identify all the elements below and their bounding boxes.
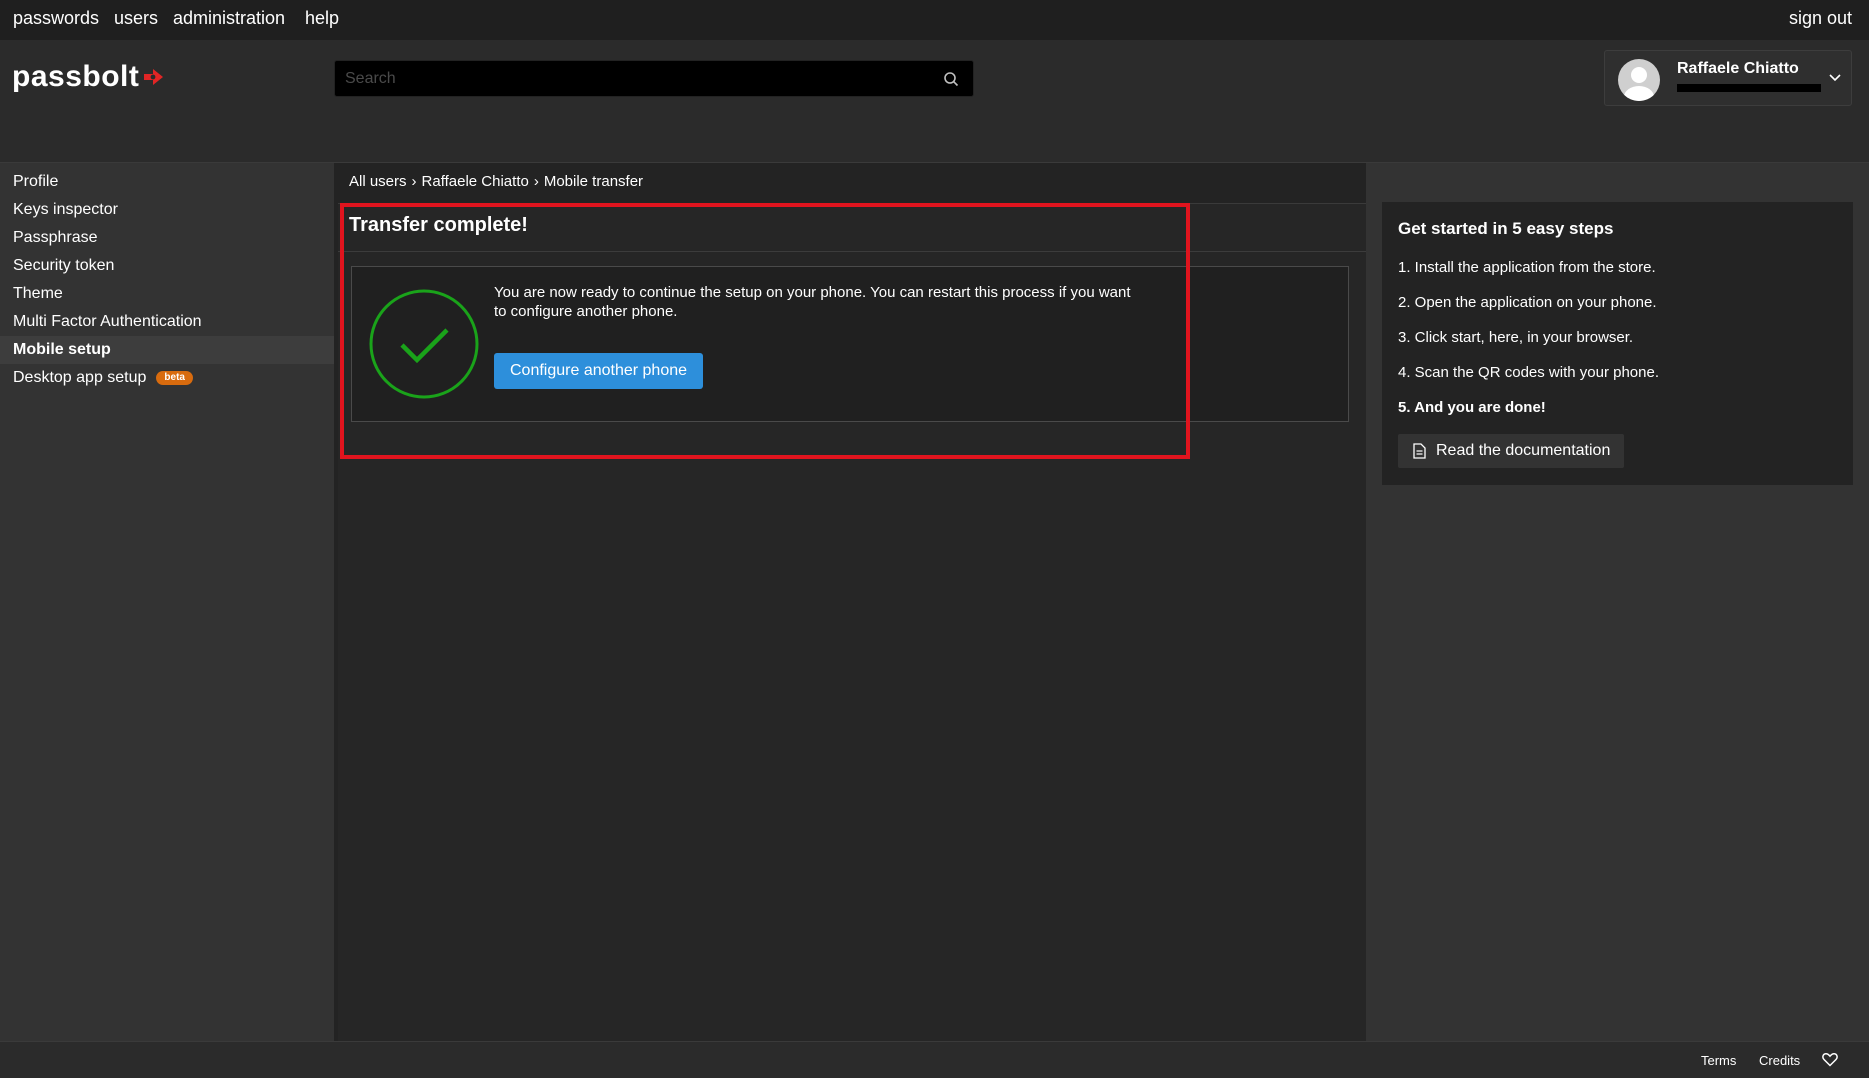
sign-out-link[interactable]: sign out xyxy=(1789,8,1852,29)
search-input[interactable] xyxy=(335,61,973,96)
sidebar: Profile Keys inspector Passphrase Securi… xyxy=(0,163,334,1041)
beta-badge: beta xyxy=(156,371,193,385)
footer-terms-link[interactable]: Terms xyxy=(1701,1053,1736,1068)
help-step: 5. And you are done! xyxy=(1398,399,1546,416)
sidebar-item-security-token[interactable]: Security token xyxy=(0,252,334,280)
page-title: Transfer complete! xyxy=(349,214,528,236)
passbolt-logo[interactable]: passbolt xyxy=(12,58,165,96)
sidebar-item-profile[interactable]: Profile xyxy=(0,168,334,196)
sidebar-item-mfa[interactable]: Multi Factor Authentication xyxy=(0,308,334,336)
breadcrumb-separator: › xyxy=(411,173,417,190)
breadcrumb-separator: › xyxy=(533,173,539,190)
nav-passwords[interactable]: passwords xyxy=(13,8,99,29)
top-navigation: passwords users administration help sign… xyxy=(0,0,1869,40)
success-check-icon xyxy=(369,289,479,399)
success-card: You are now ready to continue the setup … xyxy=(351,266,1349,422)
sidebar-item-mobile-setup[interactable]: Mobile setup xyxy=(0,336,334,364)
success-message: You are now ready to continue the setup … xyxy=(494,284,1131,320)
breadcrumb: All users › Raffaele Chiatto › Mobile transf… xyxy=(349,173,643,190)
sidebar-item-theme[interactable]: Theme xyxy=(0,280,334,308)
help-step: 4. Scan the QR codes with your phone. xyxy=(1398,364,1659,381)
sidebar-item-label: Desktop app setup xyxy=(13,369,147,386)
footer-credits-link[interactable]: Credits xyxy=(1759,1053,1800,1068)
main-content: All users › Raffaele Chiatto › Mobile transf… xyxy=(334,163,1366,1041)
read-documentation-button[interactable]: Read the documentation xyxy=(1398,434,1625,468)
sidebar-item-keys-inspector[interactable]: Keys inspector xyxy=(0,196,334,224)
help-title: Get started in 5 easy steps xyxy=(1398,219,1614,238)
nav-users[interactable]: users xyxy=(114,8,158,29)
breadcrumb-all-users[interactable]: All users xyxy=(349,173,407,190)
chevron-down-icon[interactable] xyxy=(1829,73,1841,83)
footer: Terms Credits xyxy=(0,1041,1869,1078)
heart-icon[interactable] xyxy=(1822,1052,1838,1067)
document-icon xyxy=(1413,443,1426,459)
divider xyxy=(338,251,1366,252)
breadcrumb-mobile-transfer[interactable]: Mobile transfer xyxy=(544,173,643,190)
header: passbolt Raffaele Chiatto xyxy=(0,40,1869,163)
transfer-panel: Transfer complete! You are now ready to … xyxy=(338,203,1366,1041)
read-documentation-label: Read the documentation xyxy=(1436,442,1611,459)
help-step: 3. Click start, here, in your browser. xyxy=(1398,329,1634,346)
configure-another-phone-button[interactable]: Configure another phone xyxy=(494,353,704,389)
search-icon[interactable] xyxy=(943,71,959,87)
help-card: Get started in 5 easy steps 1. Install t… xyxy=(1382,202,1853,485)
help-step: 2. Open the application on your phone. xyxy=(1398,294,1657,311)
user-avatar-icon xyxy=(1624,67,1654,101)
user-menu[interactable]: Raffaele Chiatto xyxy=(1604,50,1852,106)
help-step: 1. Install the application from the stor… xyxy=(1398,259,1656,276)
nav-help[interactable]: help xyxy=(305,8,339,29)
breadcrumb-user[interactable]: Raffaele Chiatto xyxy=(422,173,529,190)
search-box xyxy=(334,60,974,97)
user-name: Raffaele Chiatto xyxy=(1677,60,1799,77)
redacted-email xyxy=(1677,84,1821,92)
logo-text: passbolt xyxy=(12,60,140,93)
logo-arrow-icon xyxy=(144,69,164,85)
sidebar-item-desktop-app-setup[interactable]: Desktop app setup beta xyxy=(0,364,334,392)
sidebar-item-passphrase[interactable]: Passphrase xyxy=(0,224,334,252)
nav-administration[interactable]: administration xyxy=(173,8,285,29)
avatar xyxy=(1618,59,1660,101)
